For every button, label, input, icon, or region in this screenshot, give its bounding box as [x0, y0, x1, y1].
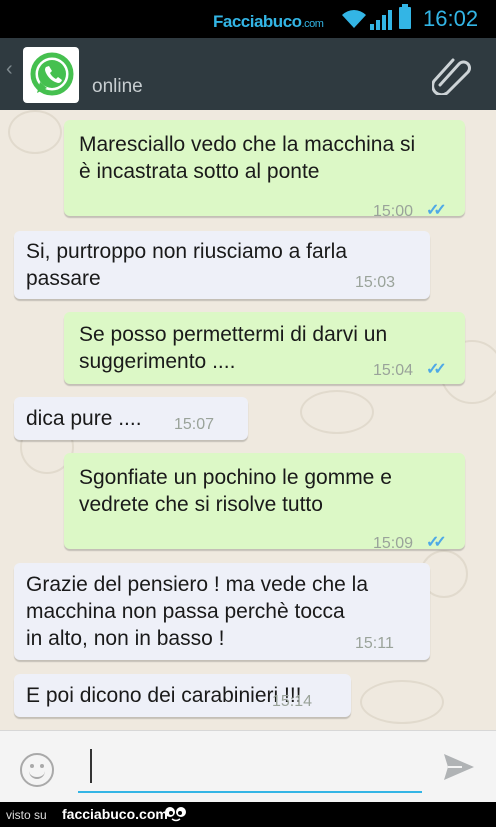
message-time: 15:09: [373, 535, 414, 552]
footer-site: facciabuco.com: [62, 806, 168, 822]
status-brand: Facciabuco.com: [213, 12, 324, 31]
wallpaper-doodle: [360, 680, 444, 724]
status-bar: Facciabuco.com 16:02: [0, 0, 496, 38]
back-icon[interactable]: ‹: [6, 58, 13, 81]
wifi-icon: [342, 10, 366, 28]
contact-status: online: [92, 76, 143, 97]
message-text: Se posso permettermi di darvi un suggeri…: [79, 323, 388, 373]
compose-bar: [0, 730, 496, 803]
signal-icon: [370, 10, 392, 30]
wallpaper-doodle: [8, 110, 62, 154]
whatsapp-logo-icon: [30, 52, 74, 96]
read-ticks-icon: ✓✓: [426, 202, 447, 219]
message-text: Sgonfiate un pochino le gomme e vedrete …: [79, 466, 392, 516]
read-ticks-icon: ✓✓: [426, 534, 447, 551]
text-cursor: [90, 749, 92, 783]
message-time: 15:04: [373, 362, 414, 379]
eyes-logo-icon: [165, 807, 186, 822]
footer-visto-su: visto su: [6, 808, 47, 822]
chat-header: ‹ online: [0, 38, 496, 110]
contact-avatar[interactable]: [23, 47, 79, 103]
message-time: 15:11: [355, 635, 394, 652]
message-bubble[interactable]: Si, purtroppo non riusciamo a farla pass…: [14, 231, 430, 299]
message-text: E poi dicono dei carabinieri !!!: [26, 684, 302, 707]
message-bubble[interactable]: Se posso permettermi di darvi un suggeri…: [64, 312, 465, 384]
emoji-icon[interactable]: [20, 753, 54, 787]
battery-icon: [399, 4, 411, 29]
message-text: dica pure ....: [26, 407, 142, 430]
send-icon[interactable]: [442, 752, 476, 782]
message-text: Grazie del pensiero ! ma vede che la mac…: [26, 573, 369, 650]
message-bubble[interactable]: Sgonfiate un pochino le gomme e vedrete …: [64, 453, 465, 552]
message-text: Maresciallo vedo che la macchina si è in…: [79, 133, 416, 183]
read-ticks-icon: ✓✓: [426, 361, 447, 378]
message-bubble[interactable]: Maresciallo vedo che la macchina si è in…: [64, 120, 465, 220]
message-bubble[interactable]: Grazie del pensiero ! ma vede che la mac…: [14, 563, 430, 660]
message-bubble[interactable]: E poi dicono dei carabinieri !!! 15:14: [14, 674, 351, 717]
status-time: 16:02: [423, 6, 479, 31]
wallpaper-doodle: [300, 390, 374, 434]
message-input[interactable]: [78, 745, 422, 793]
message-bubble[interactable]: dica pure .... 15:07: [14, 397, 248, 440]
message-time: 15:03: [355, 274, 396, 291]
watermark-footer: visto su facciabuco.com: [0, 802, 496, 827]
attach-icon[interactable]: [432, 55, 474, 95]
message-time: 15:00: [373, 203, 414, 220]
message-text: Si, purtroppo non riusciamo a farla pass…: [26, 240, 347, 290]
message-time: 15:14: [272, 693, 313, 710]
message-time: 15:07: [174, 416, 215, 433]
chat-area[interactable]: Maresciallo vedo che la macchina si è in…: [0, 110, 496, 730]
